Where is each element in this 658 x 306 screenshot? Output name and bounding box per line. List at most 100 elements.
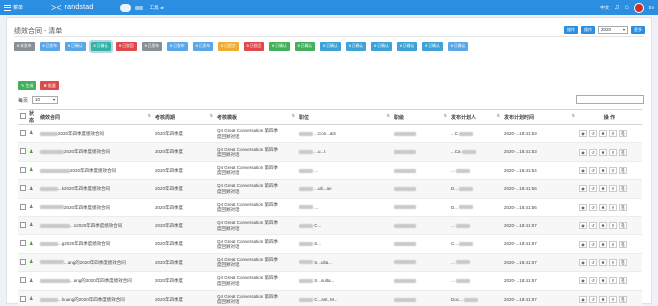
table-row[interactable]: ♟ ...ang的2020年四季度绩效合同 2020年四季度 Q4 Great Con… [18,252,642,272]
status-tab[interactable]: 0 已确认 [294,42,316,51]
col-grade[interactable]: 职级 ⇅ [392,109,449,125]
search-icon[interactable]: ⚲ [609,295,617,303]
row-checkbox[interactable] [20,129,26,136]
row-select-cell[interactable] [18,179,27,199]
row-select-cell[interactable] [18,160,27,180]
search-icon[interactable]: ⚲ [609,130,617,138]
status-tab[interactable]: 0 已确认 [447,42,469,51]
table-row[interactable]: ♟ ...n2020年四季度绩效合同 2020年四季度 Q4 Great Conver… [18,215,642,235]
search-icon[interactable]: ⚲ [609,185,617,193]
user-name[interactable]: Ev [649,5,654,10]
copy-icon[interactable]: ⎘ [619,203,627,211]
copy-icon[interactable]: ⎘ [619,148,627,156]
row-checkbox[interactable] [20,277,26,284]
view-icon[interactable]: ◉ [579,295,587,303]
row-select-cell[interactable] [18,123,27,143]
copy-icon[interactable]: ⎘ [619,277,627,285]
header-button-3[interactable]: 更多 [631,26,645,34]
status-tab[interactable]: 0 已确认 [422,42,443,51]
col-publisher[interactable]: 发布计划人 ⇅ [449,109,502,125]
home-icon[interactable]: ⌂ [625,4,629,11]
view-icon[interactable]: ◉ [579,148,587,156]
status-tab[interactable]: 0 未发布 [14,42,35,51]
status-tab[interactable]: 0 已发布 [39,42,61,51]
language-select[interactable]: 中文 [600,5,609,11]
row-select-cell[interactable] [18,289,27,306]
row-checkbox[interactable] [20,240,26,247]
table-row[interactable]: ♟ ...huang的2020年四季度绩效合同 2020年四季度 Q4 Great C… [18,289,642,306]
view-icon[interactable]: ◉ [579,240,587,248]
avatar[interactable] [633,2,644,13]
col-period[interactable]: 考核周期 ⇅ [153,109,215,125]
bell-icon[interactable]: ♫ [614,4,619,11]
row-select-cell[interactable] [18,252,27,272]
cloud-icon[interactable] [120,3,132,12]
page-size-select[interactable]: 10 [32,96,59,104]
row-checkbox[interactable] [20,295,26,302]
col-template[interactable]: 考核模板 ⇅ [215,109,297,125]
year-select[interactable]: 2020 [598,26,628,34]
search-icon[interactable]: ⚲ [609,166,617,174]
header-button-1[interactable]: 操作 [564,26,578,34]
view-icon[interactable]: ◉ [579,166,587,174]
undo-icon[interactable]: ↺ [589,148,597,156]
row-select-cell[interactable] [18,234,27,254]
row-checkbox[interactable] [20,185,26,192]
view-icon[interactable]: ◉ [579,258,587,266]
copy-icon[interactable]: ⎘ [619,295,627,303]
undo-icon[interactable]: ↺ [589,258,597,266]
select-all-header[interactable] [18,109,27,125]
delete-icon[interactable]: ✖ [599,166,607,174]
status-tab[interactable]: 0 已确认 [396,42,418,51]
copy-icon[interactable]: ⎘ [619,130,627,138]
brand-logo[interactable]: ᐳᐸ randstad [51,4,93,12]
delete-icon[interactable]: ✖ [599,277,607,285]
table-row[interactable]: ♟ 2020年四季度绩效合同 2020年四季度 Q4 Great Conversati… [18,197,642,217]
undo-icon[interactable]: ↺ [589,277,597,285]
select-all-checkbox[interactable] [20,113,26,119]
undo-icon[interactable]: ↺ [589,240,597,248]
status-tab[interactable]: 0 已发布 [192,42,214,51]
generate-button[interactable]: ✎ 生成 [18,81,37,90]
status-tab[interactable]: 0 已发布 [141,42,163,51]
search-icon[interactable]: ⚲ [609,258,617,266]
col-status[interactable]: 状态 [27,109,38,125]
table-row[interactable]: ♟ ...g2020年四季度绩效合同 2020年四季度 Q4 Great Conver… [18,234,642,254]
search-icon[interactable]: ⚲ [609,277,617,285]
status-tab[interactable]: 0 已确认 [320,42,341,51]
copy-icon[interactable]: ⎘ [619,258,627,266]
copy-icon[interactable]: ⎘ [619,240,627,248]
undo-icon[interactable]: ↺ [589,295,597,303]
col-publish-time[interactable]: 发布计划时间 ⇅ [502,109,577,125]
col-position[interactable]: 职位 ⇅ [297,109,392,125]
delete-icon[interactable]: ✖ [599,185,607,193]
undo-icon[interactable]: ↺ [589,185,597,193]
row-select-cell[interactable] [18,215,27,235]
row-checkbox[interactable] [20,166,26,173]
search-icon[interactable]: ⚲ [609,148,617,156]
status-tab[interactable]: 0 已提交 [218,42,239,51]
status-tab[interactable]: 0 已确认 [345,42,367,51]
search-icon[interactable]: ⚲ [609,203,617,211]
col-contract[interactable]: 绩效合同 ⇅ [38,109,153,125]
table-row[interactable]: ♟ 2020年四季度绩效合同 2020年四季度 Q4 Great Conversati… [18,123,642,143]
delete-icon[interactable]: ✖ [599,240,607,248]
copy-icon[interactable]: ⎘ [619,166,627,174]
delete-icon[interactable]: ✖ [599,203,607,211]
undo-icon[interactable]: ↺ [589,130,597,138]
view-icon[interactable]: ◉ [579,222,587,230]
delete-icon[interactable]: ✖ [599,258,607,266]
undo-icon[interactable]: ↺ [589,222,597,230]
search-icon[interactable]: ⚲ [609,240,617,248]
row-checkbox[interactable] [20,203,26,210]
table-row[interactable]: ♟ 2020年四季度绩效合同 2020年四季度 Q4 Great Conversati… [18,142,642,162]
copy-icon[interactable]: ⎘ [619,185,627,193]
batch-button[interactable]: ✖ 批量 [40,81,59,90]
delete-icon[interactable]: ✖ [599,130,607,138]
copy-icon[interactable]: ⎘ [619,222,627,230]
search-icon[interactable]: ⚲ [609,222,617,230]
view-icon[interactable]: ◉ [579,203,587,211]
row-select-cell[interactable] [18,271,27,291]
nav-tools[interactable]: 工具 ⇄ [149,5,163,11]
table-row[interactable]: ♟ ...ang的2020年四季度绩效合同 2020年四季度 Q4 Great Con… [18,271,642,291]
